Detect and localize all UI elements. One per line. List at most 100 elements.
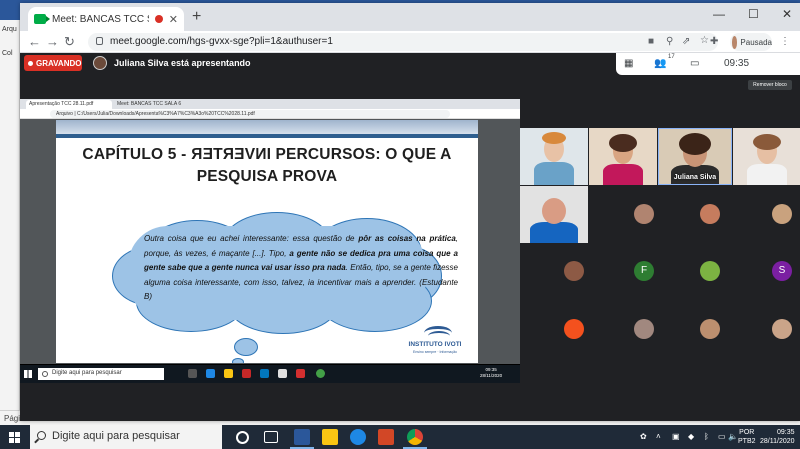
layout-icon[interactable]: ▦ [624,58,633,69]
close-window-button[interactable]: ✕ [782,7,792,21]
forward-arrow-icon[interactable]: → [46,34,59,49]
word-ribbon-left: Arqu Col [0,20,20,410]
shared-screen: Apresentação TCC 28.11.pdf Meet: BANCAS … [20,99,520,383]
tab-meet[interactable]: Meet: BANCAS TCC SALA 61 ✕ [28,7,184,31]
word-label-col[interactable]: Col [2,50,13,57]
url-text: meet.google.com/hgs-gvxx-sge?pli=1&authu… [110,36,333,47]
shared-search-box: Digite aqui para pesquisar [38,368,164,380]
participant-avatar-s[interactable]: S [772,261,792,281]
participant-avatar-10[interactable] [700,261,720,281]
taskbar-search-placeholder: Digite aqui para pesquisar [52,430,180,442]
slide-title: CAPÍTULO 5 - INVERTER PERCURSOS: O QUE A… [76,144,458,188]
bookmark-star-icon[interactable]: ☆ [700,35,709,46]
shared-toolbar: Arquivo | C:/Users/Julia/Downloads/Apres… [20,109,520,119]
minimize-button[interactable]: — [713,7,725,21]
tab-title: Meet: BANCAS TCC SALA 61 [52,13,149,25]
bluetooth-icon[interactable]: ᛒ [704,432,709,441]
participant-avatar-8[interactable] [772,204,792,224]
volume-icon[interactable]: 🔈 [728,432,738,441]
file-explorer-icon[interactable] [322,429,338,445]
people-icon[interactable]: 👥 [654,58,666,69]
word-taskbar-icon[interactable] [290,429,314,449]
pdf-viewer: CAPÍTULO 5 - INVERTER PERCURSOS: O QUE A… [20,119,520,364]
thought-bubble-large [234,338,258,356]
recording-badge: GRAVANDO [24,55,82,71]
shared-taskbar: Digite aqui para pesquisar 09:35 28/11/2… [20,365,520,383]
chrome-taskbar-icon[interactable] [403,429,427,449]
slide-header-line [56,134,478,138]
windows-start-icon[interactable] [9,432,20,443]
browser-toolbar: ← → ↻ meet.google.com/hgs-gvxx-sge?pli=1… [20,31,800,53]
participant-avatar-14[interactable] [772,319,792,339]
task-view-icon[interactable] [264,431,278,443]
taskbar-search-box[interactable]: Digite aqui para pesquisar [30,425,222,449]
tab-strip: Meet: BANCAS TCC SALA 61 ✕ + — ☐ ✕ [20,3,800,31]
participant-avatar-9[interactable] [564,261,584,281]
shared-explorer-icon [224,369,233,378]
participant-avatar-13[interactable] [700,319,720,339]
participant-grid: Juliana Silva F S [520,126,800,356]
participant-avatar-6[interactable] [634,204,654,224]
participant-count: 17 [668,54,675,60]
shared-taskview-icon [188,369,197,378]
participant-tile-1[interactable] [520,128,588,185]
show-hidden-icons[interactable]: ˄ [656,432,661,441]
slide-header-band [56,120,478,134]
address-bar[interactable]: meet.google.com/hgs-gvxx-sge?pli=1&authu… [88,33,718,51]
shared-url-prefix: Arquivo [56,111,73,117]
network-icon[interactable]: ▭ [718,432,726,441]
meet-favicon-icon [34,14,50,24]
maximize-button[interactable]: ☐ [748,7,759,21]
chat-icon[interactable]: ▭ [690,58,699,69]
camera-icon[interactable]: ■ [648,36,654,47]
slide: CAPÍTULO 5 - INVERTER PERCURSOS: O QUE A… [56,120,478,363]
title-part-1: CAPÍTULO 5 - [82,146,191,163]
shared-clock: 09:35 28/11/2020 [480,367,503,378]
new-tab-button[interactable]: + [192,8,201,26]
featured-participant-name: Juliana Silva [673,174,717,181]
meet-stage: GRAVANDO Juliana Silva está apresentando… [20,53,800,421]
profile-status: Pausada [740,37,772,47]
participant-tile-2[interactable] [589,128,657,185]
participant-tile-4[interactable] [733,128,800,185]
participant-avatar-f[interactable]: F [634,261,654,281]
close-tab-icon[interactable]: ✕ [169,13,178,26]
dropbox-icon[interactable]: ◆ [688,432,694,441]
taskbar-clock[interactable]: 09:35 28/11/2020 [760,428,795,446]
people-tray-icon[interactable]: ✿ [640,432,647,441]
profile-button[interactable]: Pausada [730,33,772,51]
thought-bubble-small [232,358,244,363]
windows-taskbar: Digite aqui para pesquisar ✿ ˄ ▣ ◆ ᛒ ▭ 🔈… [0,425,800,449]
word-page-status: Pági [4,414,21,423]
participant-avatar-11[interactable] [564,319,584,339]
title-flipped-word: INVERTER [190,146,271,163]
language-indicator[interactable]: POR PTB2 [738,428,756,446]
extensions-icon[interactable]: ✚ [710,36,718,47]
back-arrow-icon[interactable]: ← [28,34,41,49]
shared-address-bar: Arquivo | C:/Users/Julia/Downloads/Apres… [50,110,450,118]
word-label-file[interactable]: Arqu [2,26,17,33]
menu-icon[interactable]: ⋮ [780,36,790,47]
reload-icon[interactable]: ↻ [64,34,75,50]
edge-icon[interactable] [350,429,366,445]
participant-avatar-12[interactable] [634,319,654,339]
search-icon[interactable]: ⚲ [666,36,673,47]
shared-tabbar: Apresentação TCC 28.11.pdf Meet: BANCAS … [20,99,520,109]
remove-tile-tooltip: Remover bloco [748,80,792,90]
participant-tile-5[interactable] [520,186,588,243]
meet-clock: 09:35 [724,58,750,69]
logo-name: INSTITUTO IVOTI [408,341,462,348]
logo-subtitle: Ensino sempre · Informação [413,350,457,354]
meet-tray-icon[interactable]: ▣ [672,432,680,441]
participant-tile-featured[interactable]: Juliana Silva [658,128,732,185]
recording-indicator-icon [28,60,33,66]
powerpoint-icon[interactable] [378,429,394,445]
shared-tab-meet: Meet: BANCAS TCC SALA 6 [117,101,182,107]
participant-avatar-7[interactable] [700,204,720,224]
share-icon[interactable]: ⇗ [682,36,690,47]
lock-icon [96,37,103,45]
shared-chrome-icon [316,369,325,378]
recording-label: GRAVANDO [36,58,82,68]
shared-edge-icon [206,369,215,378]
cortana-icon[interactable] [236,431,249,444]
